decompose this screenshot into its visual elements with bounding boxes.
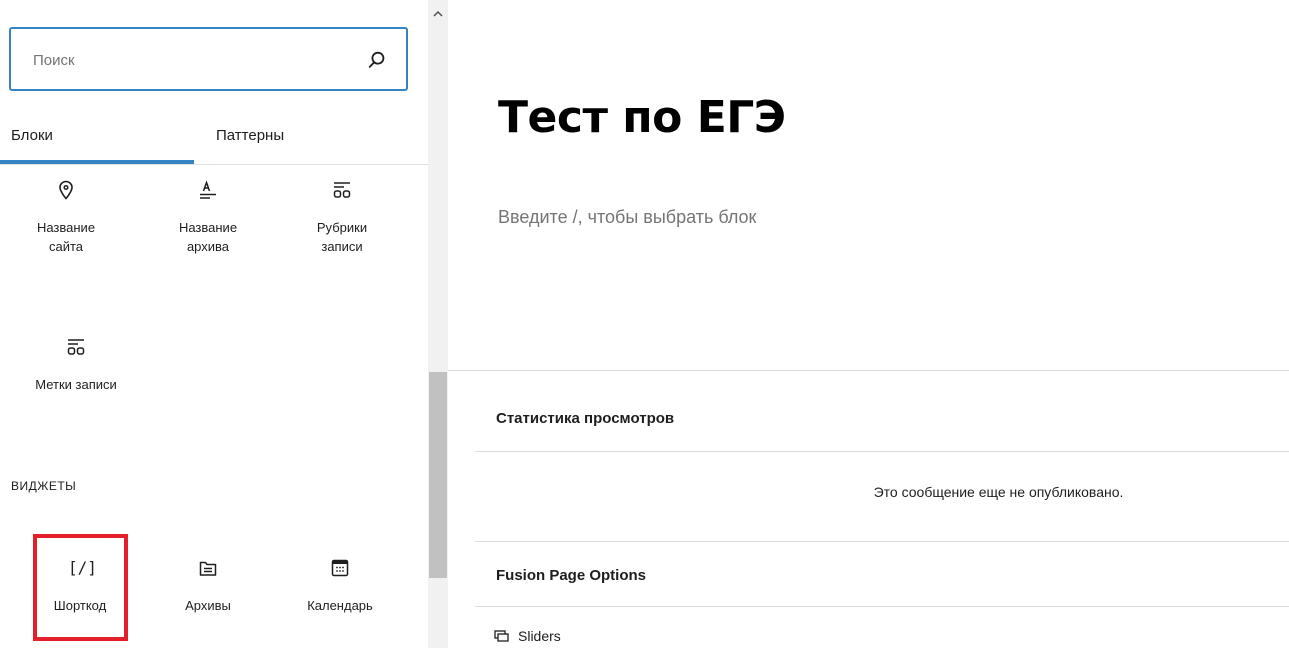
block-post-categories[interactable]: Рубрики записи [287,178,397,256]
block-label: Календарь [307,598,373,613]
calendar-icon [331,559,349,577]
tab-patterns[interactable]: Паттерны [216,107,284,164]
block-archive-title[interactable]: Название архива [153,178,263,256]
sliders-label: Sliders [518,628,561,644]
highlight-box [33,534,128,641]
map-marker-icon [59,180,73,200]
archive-folder-icon [199,561,217,576]
section-title-widgets: ВИДЖЕТЫ [11,479,77,493]
block-label: Название сайта [36,220,96,254]
divider [475,541,1289,542]
default-block-appender[interactable]: Введите /, чтобы выбрать блок [498,207,756,228]
meta-boxes: Статистика просмотров Это сообщение еще … [448,370,1289,649]
search-icon[interactable] [366,49,388,71]
block-post-tags[interactable]: Метки записи [21,335,131,394]
search-input[interactable] [31,29,355,91]
tab-blocks[interactable]: Блоки [11,107,53,164]
scrollbar-thumb[interactable] [429,372,447,578]
block-site-title[interactable]: Название сайта [11,178,121,256]
block-calendar[interactable]: Календарь [285,556,395,615]
block-archives[interactable]: Архивы [153,556,263,615]
metabox-title-fusion[interactable]: Fusion Page Options [496,567,646,584]
post-title[interactable]: Тест по ЕГЭ [498,92,786,143]
scroll-up-arrow-icon[interactable] [428,6,448,22]
fusion-tab-sliders[interactable]: Sliders [494,628,561,644]
post-terms-icon [333,182,351,198]
block-inserter-panel: Блоки Паттерны Названиесайта Названиеарх… [0,0,428,648]
archive-title-icon [200,180,216,199]
inserter-tabs: Блоки Паттерны [0,107,428,165]
active-tab-indicator [0,160,194,164]
sliders-icon [494,630,509,642]
stats-message: Это сообщение еще не опубликовано. [873,484,1124,500]
block-label: Рубрики записи [316,220,368,254]
editor-canvas: Тест по ЕГЭ Введите /, чтобы выбрать бло… [448,0,1289,648]
divider [475,451,1289,452]
search-box[interactable] [9,27,408,91]
block-label: Название архива [178,220,238,254]
divider [475,606,1289,607]
block-label: Метки записи [35,377,117,392]
block-label: Архивы [185,598,231,613]
post-terms-icon [67,339,85,355]
metabox-title-stats[interactable]: Статистика просмотров [496,410,674,427]
